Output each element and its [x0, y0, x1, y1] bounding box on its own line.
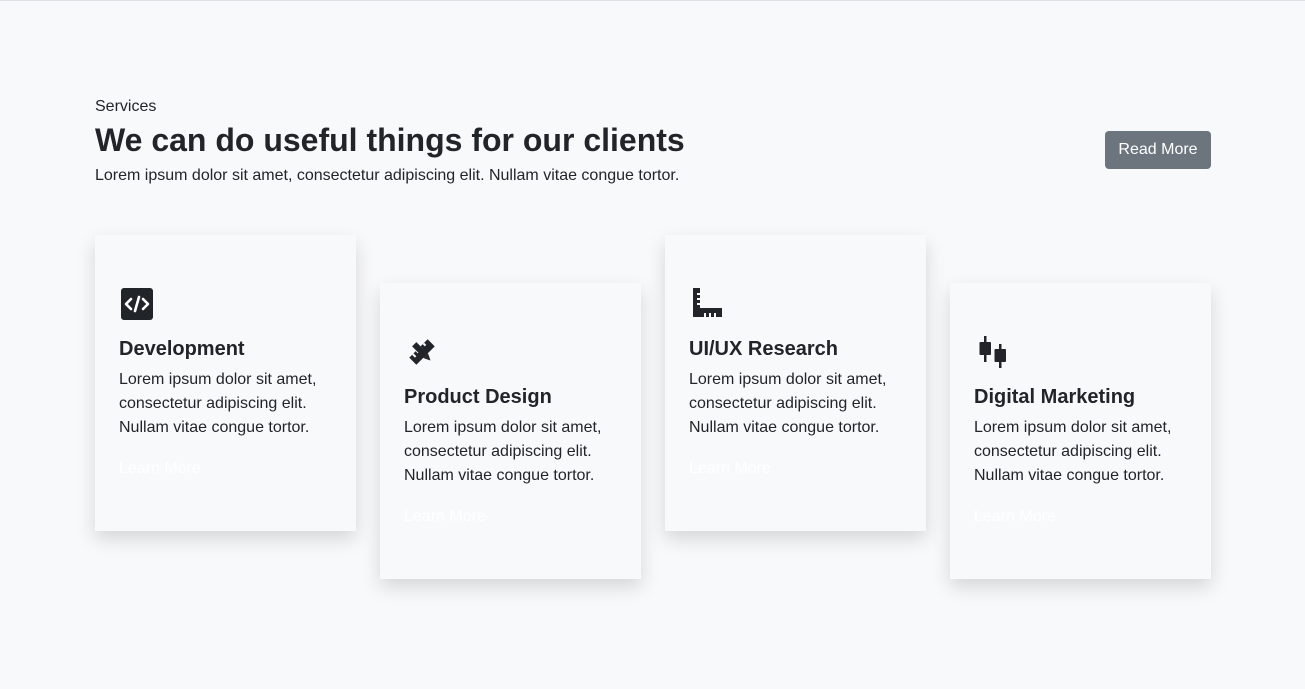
read-more-button[interactable]: Read More [1105, 131, 1211, 169]
card-text: Lorem ipsum dolor sit amet, consectetur … [689, 371, 887, 436]
candlestick-chart-icon [979, 336, 1006, 368]
rulers-icon [693, 288, 722, 317]
service-card-product-design: Product Design Lorem ipsum dolor sit ame… [380, 283, 641, 579]
section-heading: We can do useful things for our clients [95, 122, 685, 158]
service-card-ui-ux-research: UI/UX Research Lorem ipsum dolor sit ame… [665, 235, 926, 531]
card-title: Product Design [404, 386, 552, 408]
learn-more-link[interactable]: Learn More [404, 506, 486, 528]
card-text: Lorem ipsum dolor sit amet, consectetur … [119, 371, 317, 436]
card-text: Lorem ipsum dolor sit amet, consectetur … [404, 419, 602, 484]
section-lead: Lorem ipsum dolor sit amet, consectetur … [95, 167, 680, 184]
card-title: Development [119, 338, 245, 360]
card-title: Digital Marketing [974, 386, 1136, 408]
service-card-digital-marketing: Digital Marketing Lorem ipsum dolor sit … [950, 283, 1211, 579]
learn-more-link[interactable]: Learn More [119, 458, 201, 480]
learn-more-link[interactable]: Learn More [974, 506, 1056, 528]
card-text: Lorem ipsum dolor sit amet, consectetur … [974, 419, 1172, 484]
pencil-ruler-icon [409, 339, 435, 365]
section-eyebrow: Services [95, 98, 157, 115]
learn-more-link[interactable]: Learn More [689, 458, 771, 480]
service-card-development: Development Lorem ipsum dolor sit amet, … [95, 235, 356, 531]
card-title: UI/UX Research [689, 338, 838, 360]
services-header: Services We can do useful things for our… [95, 97, 1211, 187]
code-square-icon [121, 288, 153, 320]
